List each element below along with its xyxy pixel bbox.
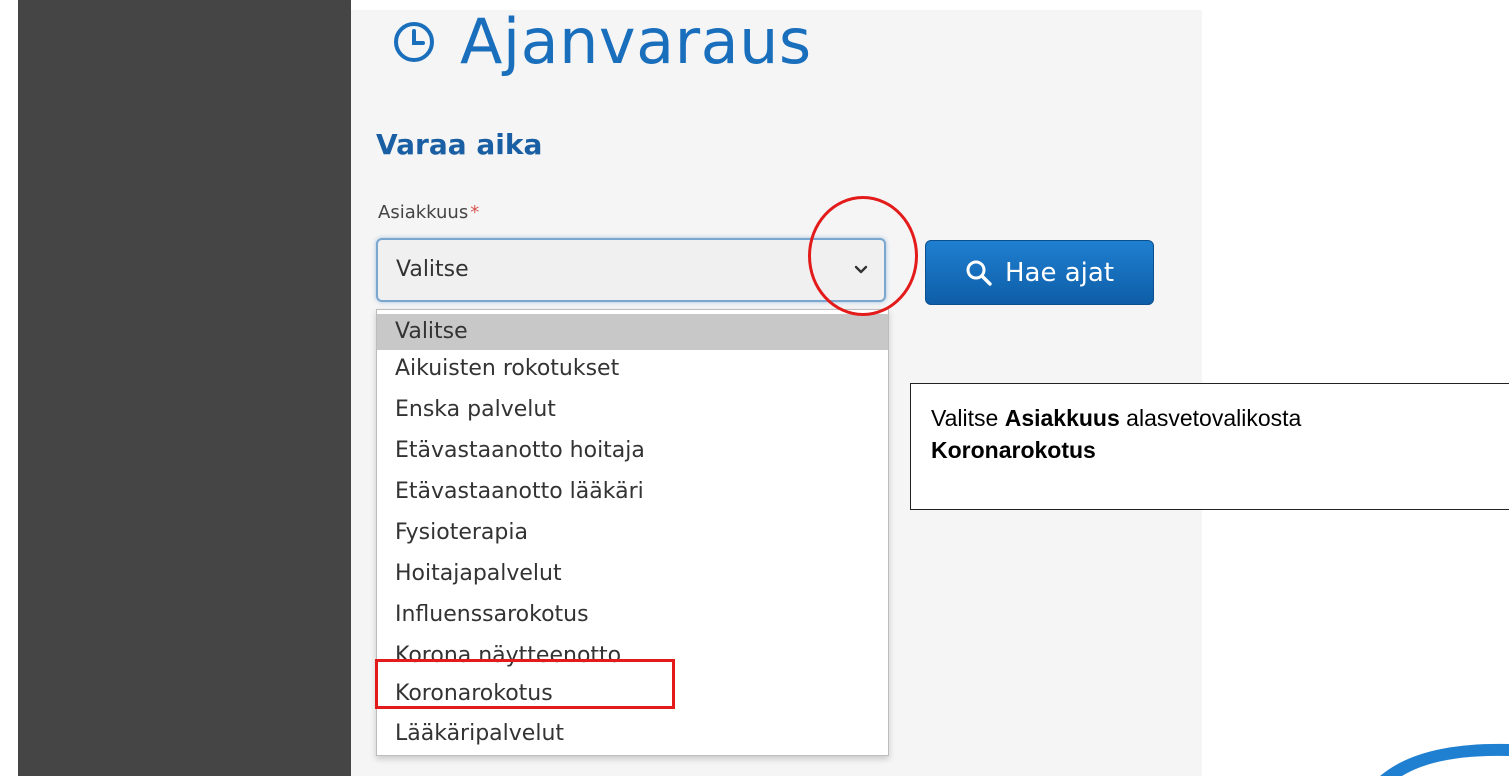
instruction-callout: Valitse Asiakkuus alasvetovalikosta Koro… xyxy=(910,383,1509,510)
customer-select-value: Valitse xyxy=(396,257,469,282)
dropdown-option[interactable]: Enska palvelut xyxy=(377,392,888,428)
clock-icon xyxy=(394,22,434,62)
dropdown-option[interactable]: Influenssarokotus xyxy=(377,597,888,633)
dropdown-option[interactable]: Etävastaanotto hoitaja xyxy=(377,433,888,469)
search-button-label: Hae ajat xyxy=(1004,257,1115,288)
dropdown-option[interactable]: Hoitajapalvelut xyxy=(377,556,888,592)
dropdown-option[interactable]: Valitse xyxy=(377,314,888,350)
dropdown-option[interactable]: Etävastaanotto lääkäri xyxy=(377,474,888,510)
dark-sidebar xyxy=(18,0,351,776)
required-marker: * xyxy=(470,202,480,223)
customer-label-text: Asiakkuus xyxy=(378,202,469,223)
annotation-highlight-box xyxy=(375,659,675,709)
instruction-middle: alasvetovalikosta xyxy=(1119,405,1302,431)
instruction-target: Koronarokotus xyxy=(931,437,1096,463)
customer-field-label: Asiakkuus * xyxy=(378,202,479,223)
page-title-text: Ajanvaraus xyxy=(460,5,812,78)
search-icon xyxy=(966,260,992,286)
page-title: Ajanvaraus xyxy=(392,2,812,82)
search-times-button[interactable]: Hae ajat xyxy=(925,240,1154,305)
instruction-prefix: Valitse xyxy=(931,405,1005,431)
instruction-field: Asiakkuus xyxy=(1004,405,1120,431)
annotation-circle xyxy=(808,196,918,316)
dropdown-option[interactable]: Fysioterapia xyxy=(377,515,888,551)
corner-logo-arc xyxy=(1380,743,1509,776)
section-title: Varaa aika xyxy=(376,128,543,161)
dropdown-option[interactable]: Aikuisten rokotukset xyxy=(377,351,888,387)
dropdown-option[interactable]: Lääkäripalvelut xyxy=(377,716,888,752)
